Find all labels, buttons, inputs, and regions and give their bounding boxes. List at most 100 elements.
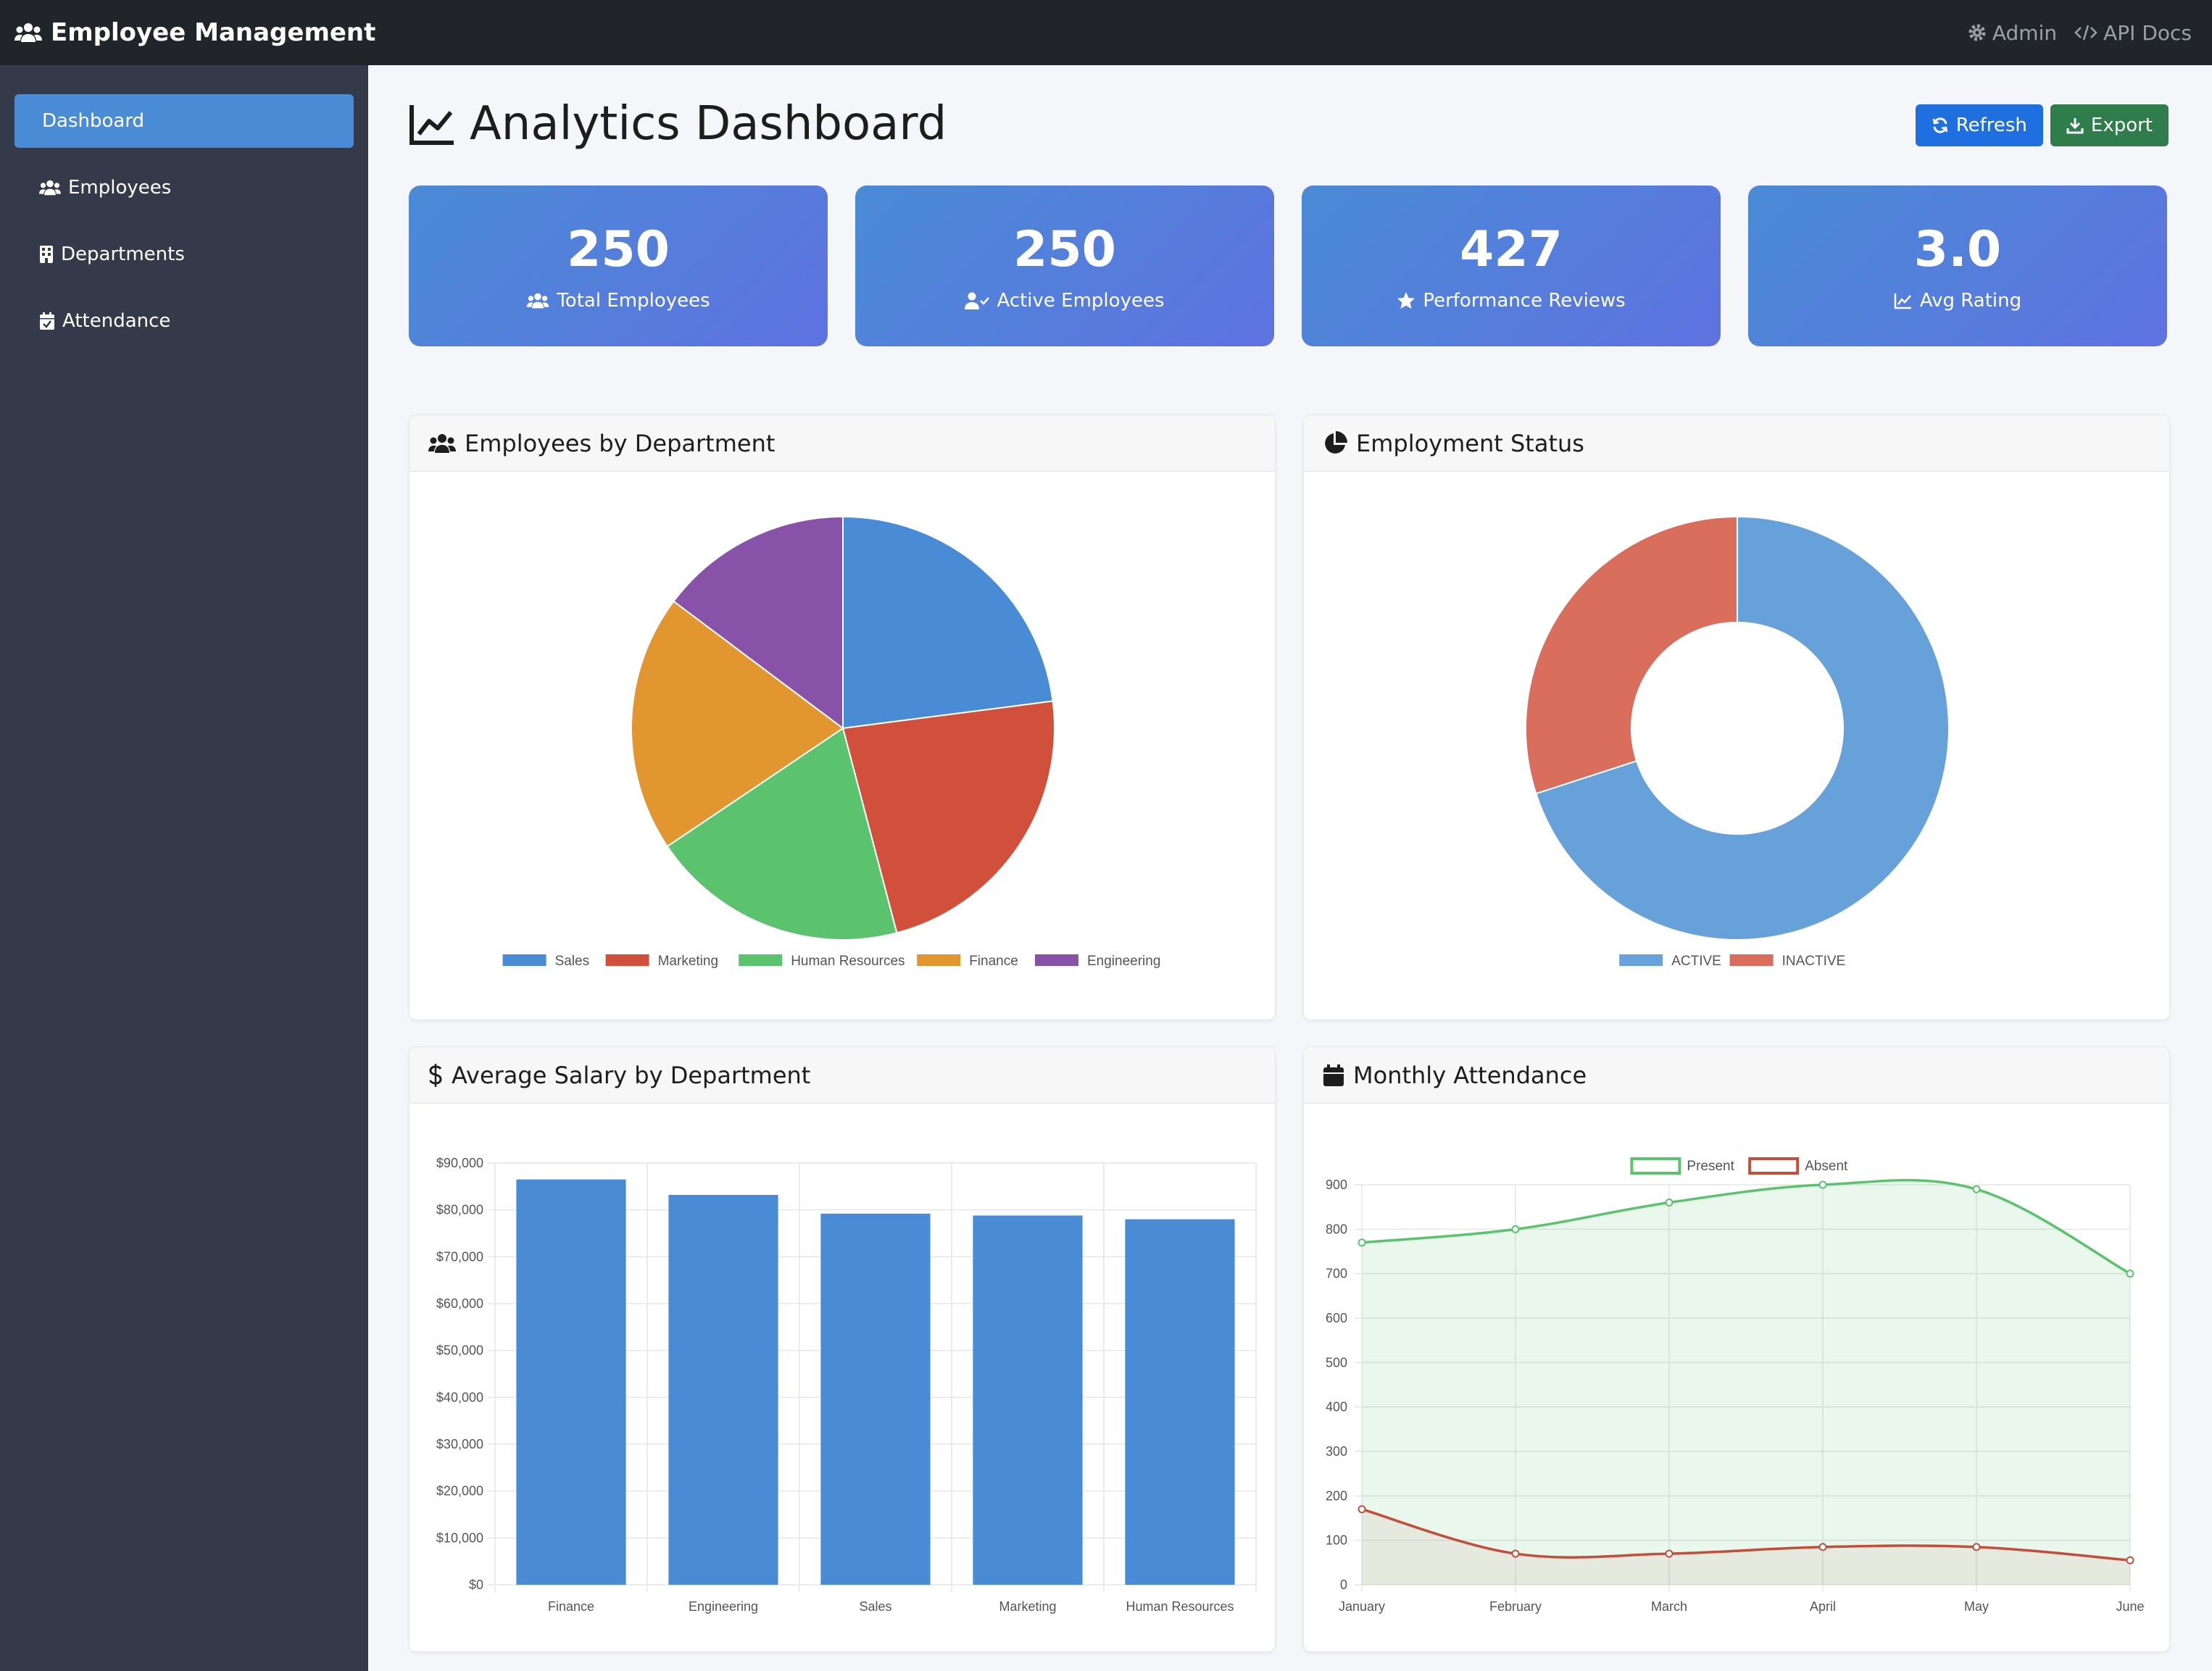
- sidebar-item-label: Attendance: [62, 310, 171, 332]
- stat-label-row: Performance Reviews: [1397, 290, 1626, 312]
- stat-label-row: Active Employees: [965, 289, 1165, 312]
- stat-card-total-employees: 250 Total Employees: [409, 186, 828, 346]
- api-docs-link[interactable]: API Docs: [2074, 21, 2192, 45]
- card-header: Average Salary by Department: [409, 1047, 1275, 1104]
- app-title: Employee Management: [51, 18, 376, 47]
- legend-label: INACTIVE: [1782, 954, 1846, 969]
- data-point: [2126, 1556, 2134, 1564]
- users-icon: [428, 433, 456, 453]
- legend-label: Finance: [969, 954, 1018, 969]
- header-actions: Refresh Export: [1915, 104, 2169, 146]
- stat-label: Active Employees: [997, 289, 1165, 312]
- pie-chart-icon: [1325, 430, 1347, 454]
- y-tick-label: 400: [1326, 1400, 1347, 1414]
- users-icon: [39, 180, 61, 196]
- data-point: [1511, 1549, 1520, 1558]
- stat-label-row: Total Employees: [526, 290, 710, 312]
- y-tick-label: $70,000: [436, 1249, 483, 1264]
- card-title: Employment Status: [1356, 429, 1584, 457]
- y-tick-label: $80,000: [436, 1203, 483, 1217]
- data-point: [1665, 1549, 1673, 1558]
- data-point: [2126, 1270, 2134, 1278]
- y-tick-label: $10,000: [436, 1530, 483, 1545]
- y-tick-label: 600: [1326, 1311, 1347, 1325]
- x-tick-label: Marketing: [999, 1599, 1056, 1614]
- series-area: [1362, 1180, 2130, 1585]
- sidebar-item-dashboard[interactable]: Dashboard: [14, 94, 354, 148]
- code-icon: [2074, 25, 2097, 41]
- top-links: Admin API Docs: [1968, 21, 2192, 45]
- sync-icon: [1932, 117, 1947, 133]
- stat-label-row: Avg Rating: [1894, 290, 2021, 312]
- star-icon: [1397, 291, 1415, 309]
- legend-swatch: [1630, 1157, 1681, 1175]
- user-check-icon: [965, 292, 990, 309]
- status-chart-card: Employment Status ACTIVE INACTIVE: [1303, 414, 2170, 1020]
- data-point: [1818, 1180, 1827, 1189]
- legend-swatch: [917, 954, 961, 966]
- sidebar-item-departments[interactable]: Departments: [14, 228, 354, 281]
- sidebar-item-employees[interactable]: Employees: [14, 161, 354, 214]
- y-tick-label: $40,000: [436, 1390, 483, 1404]
- legend-swatch: [739, 954, 783, 966]
- y-tick-label: 100: [1326, 1533, 1347, 1548]
- y-tick-label: $90,000: [436, 1156, 483, 1170]
- legend-label: Engineering: [1087, 954, 1160, 969]
- chart-line-icon: [1894, 293, 1911, 309]
- top-navbar: Employee Management Admin API Docs: [0, 0, 2212, 65]
- users-icon: [14, 23, 42, 42]
- stat-label: Avg Rating: [1919, 289, 2022, 312]
- main-content: Analytics Dashboard Refresh Export 250 T…: [368, 65, 2212, 1671]
- refresh-button[interactable]: Refresh: [1915, 104, 2043, 146]
- y-tick-label: $0: [469, 1578, 483, 1592]
- sidebar-item-attendance[interactable]: Attendance: [14, 294, 354, 348]
- legend-label: Marketing: [658, 954, 718, 969]
- stat-value: 250: [1013, 220, 1116, 278]
- stat-value: 250: [567, 220, 670, 278]
- app-brand[interactable]: Employee Management: [14, 18, 375, 47]
- card-title: Average Salary by Department: [452, 1061, 811, 1089]
- y-tick-label: 700: [1326, 1267, 1347, 1281]
- api-docs-label: API Docs: [2103, 20, 2192, 45]
- calendar-icon: [1323, 1064, 1344, 1086]
- attendance-chart-card: Monthly Attendance 0 100 200 300 400 500 600 70…: [1303, 1046, 2170, 1652]
- y-tick-label: $60,000: [436, 1296, 483, 1311]
- salary-bar-chart: $0 $10,000 $20,000 $30,000 $40,000 $50,000 $60…: [436, 1156, 1257, 1614]
- dept-pie-chart: Sales Marketing Human Resources Finance Engi…: [502, 515, 1160, 969]
- bar: [516, 1179, 626, 1585]
- card-header: Employment Status: [1304, 415, 2169, 472]
- card-title: Monthly Attendance: [1353, 1061, 1587, 1089]
- y-tick-label: 0: [1340, 1578, 1347, 1592]
- bar: [1125, 1219, 1235, 1585]
- export-label: Export: [2090, 114, 2153, 136]
- page-header: Analytics Dashboard: [409, 97, 947, 151]
- data-point: [1357, 1238, 1366, 1247]
- y-tick-label: $50,000: [436, 1343, 483, 1358]
- stat-value: 427: [1460, 220, 1563, 278]
- card-header: Monthly Attendance: [1304, 1047, 2169, 1104]
- stat-card-avg-rating: 3.0 Avg Rating: [1748, 186, 2167, 346]
- card-header: Employees by Department: [409, 415, 1275, 472]
- x-tick-label: May: [1964, 1599, 1989, 1614]
- y-tick-label: 200: [1326, 1488, 1347, 1503]
- dept-chart-card: Employees by Department Sales Marketing Hu…: [409, 414, 1276, 1020]
- x-tick-label: January: [1339, 1599, 1385, 1614]
- sidebar-item-label: Employees: [68, 177, 172, 199]
- attendance-line-chart: 0 100 200 300 400 500 600 700 800 900 January Febru…: [1326, 1157, 2145, 1614]
- admin-link[interactable]: Admin: [1968, 21, 2057, 45]
- card-body: $0 $10,000 $20,000 $30,000 $40,000 $50,000 $60…: [409, 1104, 1275, 1651]
- legend-label: ACTIVE: [1671, 954, 1721, 969]
- users-icon: [527, 293, 549, 308]
- chart-line-icon: [409, 105, 454, 145]
- card-body: ACTIVE INACTIVE: [1304, 472, 2169, 1020]
- legend-label: Sales: [555, 954, 590, 969]
- gear-icon: [1968, 24, 1986, 41]
- x-tick-label: Engineering: [689, 1599, 758, 1614]
- download-icon: [2066, 118, 2084, 134]
- y-tick-label: $20,000: [436, 1484, 483, 1499]
- legend-swatch: [605, 954, 649, 966]
- stat-card-performance-reviews: 427 Performance Reviews: [1302, 186, 1721, 346]
- export-button[interactable]: Export: [2050, 104, 2169, 146]
- x-tick-label: March: [1651, 1599, 1687, 1614]
- stats-row: 250 Total Employees 250 Active Employees: [409, 186, 2167, 346]
